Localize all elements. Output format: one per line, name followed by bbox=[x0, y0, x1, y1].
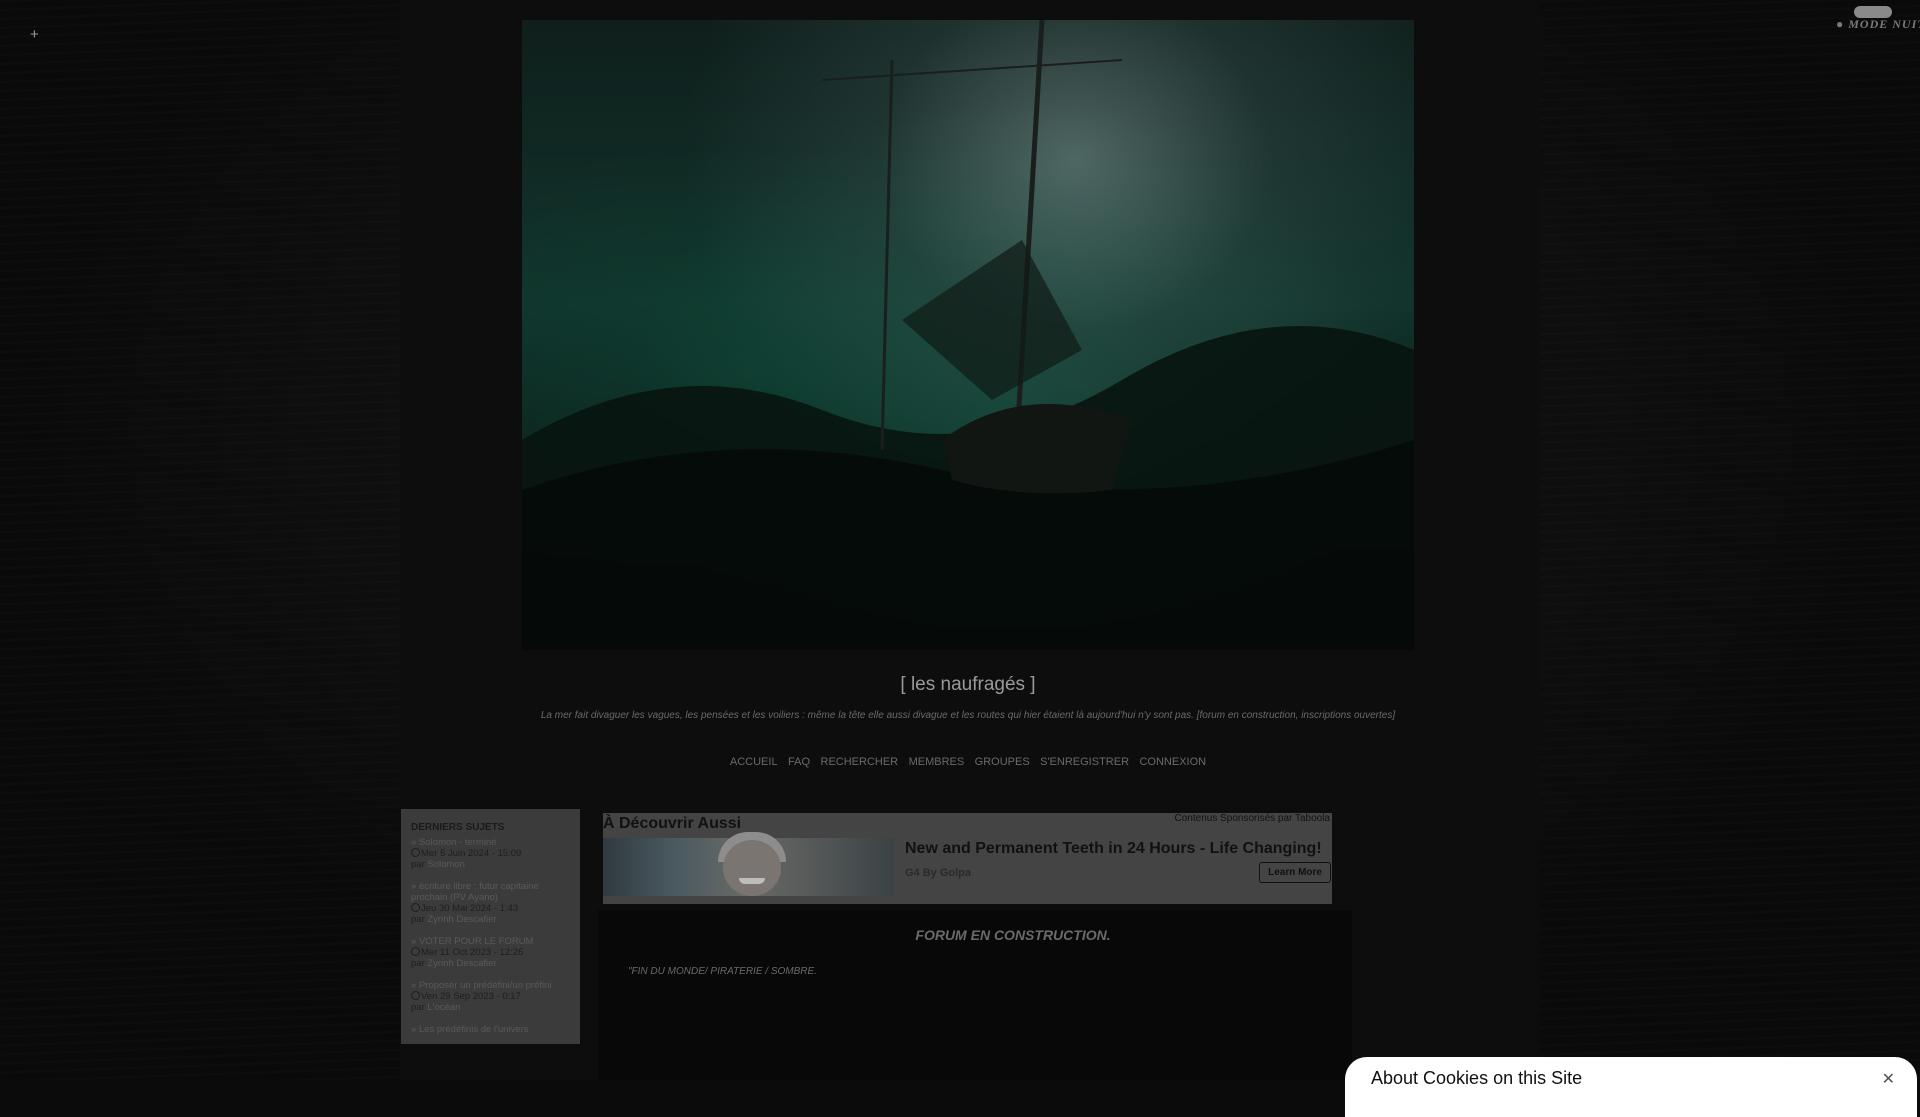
topic-link[interactable]: VOTER POUR LE FORUM bbox=[419, 936, 534, 947]
nav-groups[interactable]: GROUPES bbox=[975, 756, 1030, 768]
site-title[interactable]: [ les naufragés ] bbox=[522, 674, 1414, 696]
arrow-icon: » bbox=[411, 936, 419, 947]
genre-text: "FIN DU MONDE/ PIRATERIE / SOMBRE. bbox=[628, 966, 817, 977]
clock-icon bbox=[411, 947, 420, 956]
nav-faq[interactable]: FAQ bbox=[788, 756, 810, 768]
topic-date: Jeu 30 Mai 2024 - 1:43 bbox=[421, 903, 519, 914]
promo-heading: À Découvrir Aussi bbox=[603, 815, 742, 832]
list-item: » Solomon - terminé Mer 5 Juin 2024 - 15… bbox=[411, 837, 570, 870]
by-label: par bbox=[411, 859, 425, 870]
clock-icon bbox=[411, 991, 420, 1000]
latest-topics-heading: DERNIERS SUJETS bbox=[411, 822, 505, 833]
list-item: » Proposer un prédéfini/un préfini Ven 2… bbox=[411, 980, 570, 1013]
expand-icon[interactable]: + bbox=[30, 26, 39, 43]
topic-link[interactable]: écriture libre : futur capitaine prochai… bbox=[411, 881, 539, 903]
nav-home[interactable]: ACCUEIL bbox=[730, 756, 778, 768]
header-banner-image bbox=[522, 20, 1414, 650]
nav-register[interactable]: S'ENREGISTRER bbox=[1040, 756, 1129, 768]
list-item: » VOTER POUR LE FORUM Mer 11 Oct 2023 - … bbox=[411, 936, 570, 969]
clock-icon bbox=[411, 848, 420, 857]
topic-author[interactable]: Solomon bbox=[427, 859, 465, 870]
list-item: » écriture libre : futur capitaine proch… bbox=[411, 881, 570, 925]
topic-date: Ven 29 Sep 2023 - 0:17 bbox=[421, 991, 521, 1002]
latest-topics-widget: DERNIERS SUJETS » Solomon - terminé Mer … bbox=[401, 809, 580, 1044]
nav-login[interactable]: CONNEXION bbox=[1139, 756, 1206, 768]
arrow-icon: » bbox=[411, 881, 419, 892]
nav-members[interactable]: MEMBRES bbox=[909, 756, 965, 768]
arrow-icon: » bbox=[411, 980, 419, 991]
cookie-banner-title: About Cookies on this Site bbox=[1371, 1068, 1583, 1088]
topic-link[interactable]: Les prédéfinis de l'univers bbox=[419, 1024, 529, 1035]
construction-notice: FORUM EN CONSTRUCTION. bbox=[915, 927, 1111, 943]
promo-image[interactable] bbox=[603, 832, 894, 896]
topic-date: Mer 11 Oct 2023 - 12:26 bbox=[421, 947, 524, 958]
promo-title[interactable]: New and Permanent Teeth in 24 Hours - Li… bbox=[905, 840, 1322, 858]
list-item: » Les prédéfinis de l'univers bbox=[411, 1024, 570, 1035]
arrow-icon: » bbox=[411, 837, 419, 848]
promo-sponsor-link[interactable]: Contenus Sponsorisés par Taboola bbox=[1175, 813, 1330, 824]
topic-author[interactable]: Zyrinh Descafier bbox=[427, 958, 496, 969]
topic-link[interactable]: Solomon - terminé bbox=[419, 837, 497, 848]
main-navigation: ACCUEIL FAQ RECHERCHER MEMBRES GROUPES S… bbox=[522, 752, 1414, 770]
cookie-banner: About Cookies on this Site ✕ bbox=[1345, 1057, 1917, 1117]
by-label: par bbox=[411, 958, 425, 969]
sponsored-content-widget: À Découvrir Aussi Contenus Sponsorisés p… bbox=[603, 813, 1332, 904]
topic-author[interactable]: Zyrinh Descafier bbox=[427, 914, 496, 925]
topic-link[interactable]: Proposer un prédéfini/un préfini bbox=[419, 980, 552, 991]
learn-more-button[interactable]: Learn More bbox=[1259, 862, 1331, 883]
promo-image-face bbox=[723, 840, 781, 896]
clock-icon bbox=[411, 903, 420, 912]
arrow-icon: » bbox=[411, 1024, 419, 1035]
nav-search[interactable]: RECHERCHER bbox=[821, 756, 899, 768]
by-label: par bbox=[411, 1002, 425, 1013]
topic-author[interactable]: L'océan bbox=[427, 1002, 460, 1013]
promo-source: G4 By Golpa bbox=[905, 867, 972, 879]
night-mode-label[interactable]: ● MODE NUIT bbox=[1836, 17, 1920, 32]
promo-image-smile bbox=[739, 878, 765, 884]
topic-date: Mer 5 Juin 2024 - 15:09 bbox=[421, 848, 522, 859]
close-icon[interactable]: ✕ bbox=[1882, 1069, 1895, 1089]
by-label: par bbox=[411, 914, 425, 925]
site-tagline: La mer fait divaguer les vagues, les pen… bbox=[540, 710, 1396, 721]
